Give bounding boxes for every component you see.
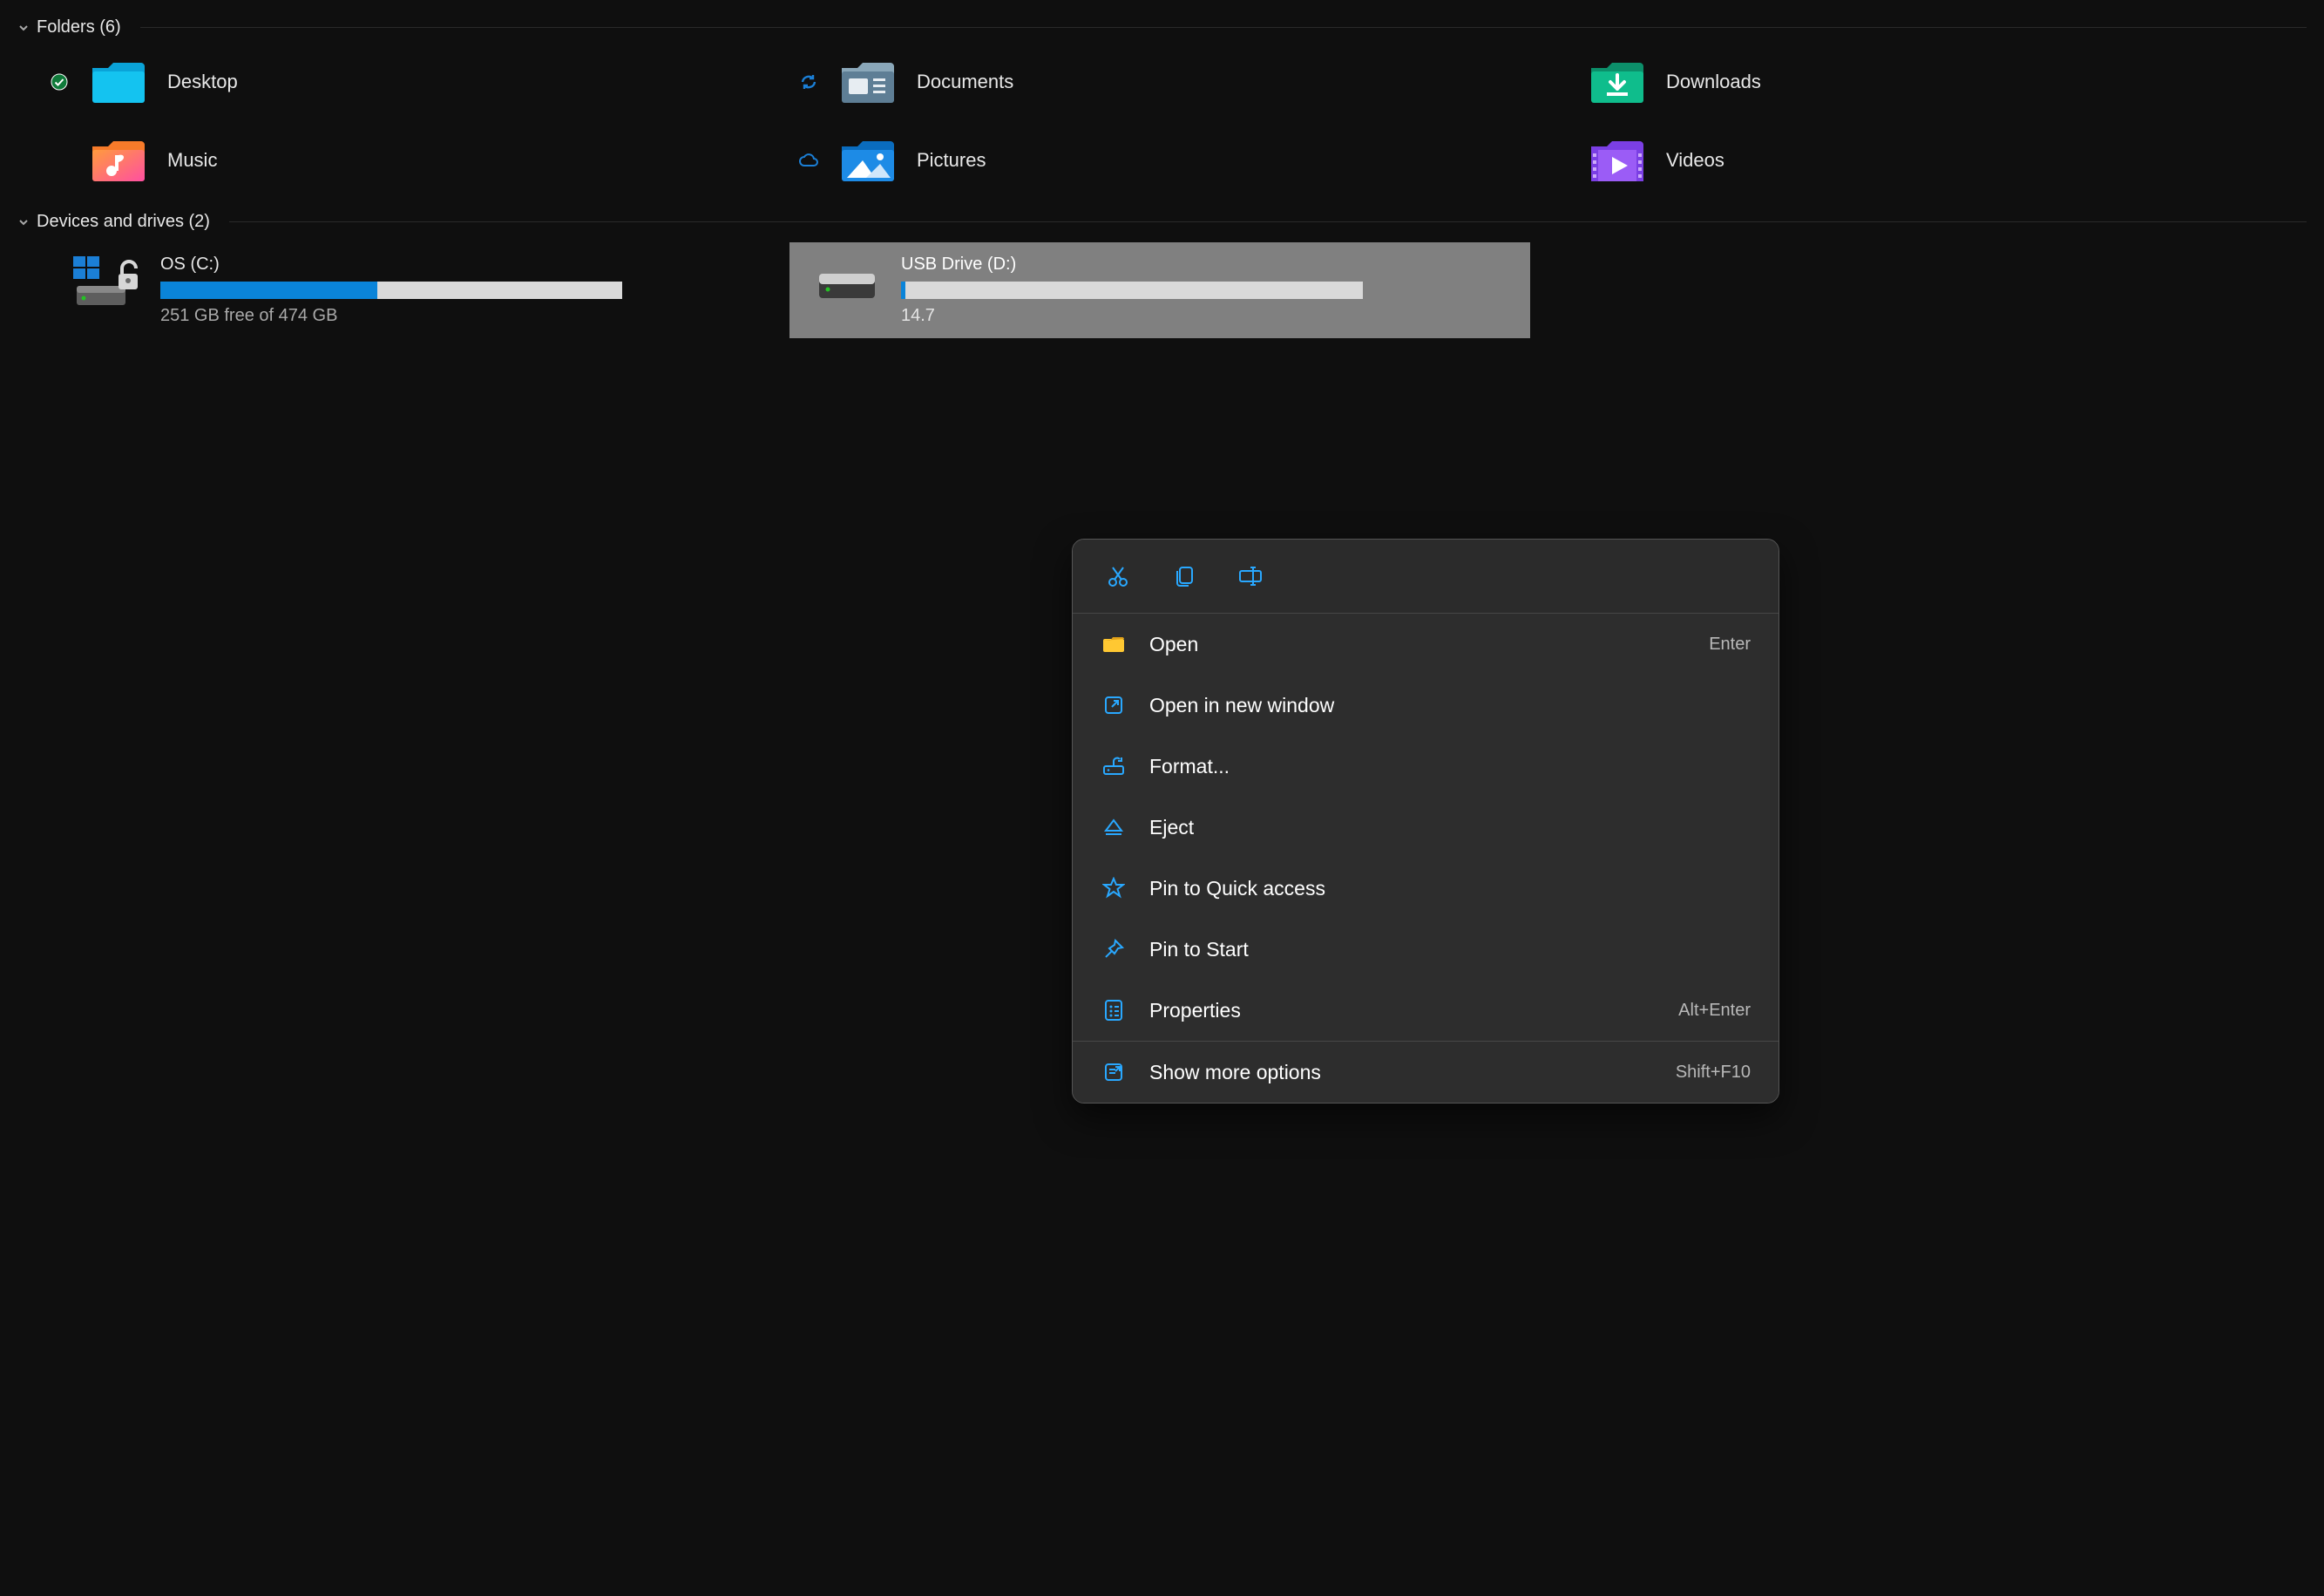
chevron-down-icon (17, 22, 30, 34)
menu-item-new-window[interactable]: Open in new window (1073, 675, 1779, 736)
folder-item-music[interactable]: Music (49, 126, 798, 194)
properties-icon (1101, 997, 1127, 1023)
chevron-down-icon (17, 216, 30, 228)
section-divider (229, 221, 2307, 222)
menu-item-more-options[interactable]: Show more options Shift+F10 (1073, 1042, 1779, 1103)
folder-label: Videos (1666, 149, 1724, 172)
folders-grid: Desktop Documents (0, 48, 2324, 194)
menu-shortcut: Shift+F10 (1676, 1063, 1751, 1083)
drives-group-header[interactable]: Devices and drives (2) (0, 194, 2324, 242)
menu-label: Eject (1149, 816, 1728, 839)
menu-shortcut: Alt+Enter (1678, 1001, 1751, 1021)
folder-label: Documents (917, 71, 1013, 93)
folders-group-header[interactable]: Folders (6) (0, 0, 2324, 48)
menu-label: Show more options (1149, 1061, 1653, 1084)
copy-icon[interactable] (1167, 559, 1202, 594)
folder-pictures-icon (840, 137, 896, 184)
menu-label: Format... (1149, 755, 1728, 778)
drive-sub: 251 GB free of 474 GB (160, 306, 776, 326)
drive-item-d[interactable]: USB Drive (D:) 14.7 (789, 242, 1530, 338)
pin-icon (1101, 936, 1127, 962)
rename-icon[interactable] (1233, 559, 1268, 594)
drive-title: USB Drive (D:) (901, 255, 1516, 275)
folder-label: Pictures (917, 149, 986, 172)
more-options-icon (1101, 1059, 1127, 1085)
menu-shortcut: Enter (1709, 635, 1751, 655)
folder-item-pictures[interactable]: Pictures (798, 126, 1548, 194)
new-window-icon (1101, 692, 1127, 718)
folder-item-desktop[interactable]: Desktop (49, 48, 798, 116)
menu-item-pin-quick-access[interactable]: Pin to Quick access (1073, 858, 1779, 919)
menu-label: Pin to Start (1149, 938, 1728, 961)
menu-item-open[interactable]: Open Enter (1073, 614, 1779, 675)
section-divider (140, 27, 2307, 28)
drive-item-c[interactable]: OS (C:) 251 GB free of 474 GB (49, 242, 789, 338)
folder-item-videos[interactable]: Videos (1548, 126, 2297, 194)
drive-title: OS (C:) (160, 255, 776, 275)
drive-usage-bar (901, 282, 1363, 299)
drives-grid: OS (C:) 251 GB free of 474 GB USB Drive … (0, 242, 2324, 338)
drive-d-icon (814, 255, 884, 310)
folder-label: Desktop (167, 71, 238, 93)
menu-label: Open in new window (1149, 694, 1728, 717)
drive-usage-bar (160, 282, 622, 299)
menu-label: Pin to Quick access (1149, 877, 1728, 900)
folder-label: Downloads (1666, 71, 1761, 93)
drives-group-title: Devices and drives (2) (37, 212, 210, 232)
folder-open-icon (1101, 631, 1127, 657)
folder-item-downloads[interactable]: Downloads (1548, 48, 2297, 116)
menu-label: Open (1149, 633, 1686, 656)
eject-icon (1101, 814, 1127, 840)
drive-c-icon (73, 255, 143, 310)
folder-documents-icon (840, 58, 896, 105)
drive-sub: 14.7 (901, 306, 1516, 326)
sync-badge-cloud-icon (798, 153, 819, 167)
menu-item-pin-start[interactable]: Pin to Start (1073, 919, 1779, 980)
cut-icon[interactable] (1101, 559, 1135, 594)
folders-group-title: Folders (6) (37, 17, 121, 37)
folder-item-documents[interactable]: Documents (798, 48, 1548, 116)
sync-badge-syncing-icon (798, 72, 819, 92)
folder-label: Music (167, 149, 217, 172)
context-menu: Open Enter Open in new window Format... … (1072, 539, 1779, 1104)
menu-item-eject[interactable]: Eject (1073, 797, 1779, 858)
folder-downloads-icon (1589, 58, 1645, 105)
folder-music-icon (91, 137, 146, 184)
menu-item-properties[interactable]: Properties Alt+Enter (1073, 980, 1779, 1041)
format-drive-icon (1101, 753, 1127, 779)
folder-desktop-icon (91, 58, 146, 105)
menu-label: Properties (1149, 999, 1656, 1022)
sync-badge-synced-icon (49, 73, 70, 91)
star-icon (1101, 875, 1127, 901)
context-menu-top-bar (1073, 540, 1779, 613)
menu-item-format[interactable]: Format... (1073, 736, 1779, 797)
folder-videos-icon (1589, 137, 1645, 184)
